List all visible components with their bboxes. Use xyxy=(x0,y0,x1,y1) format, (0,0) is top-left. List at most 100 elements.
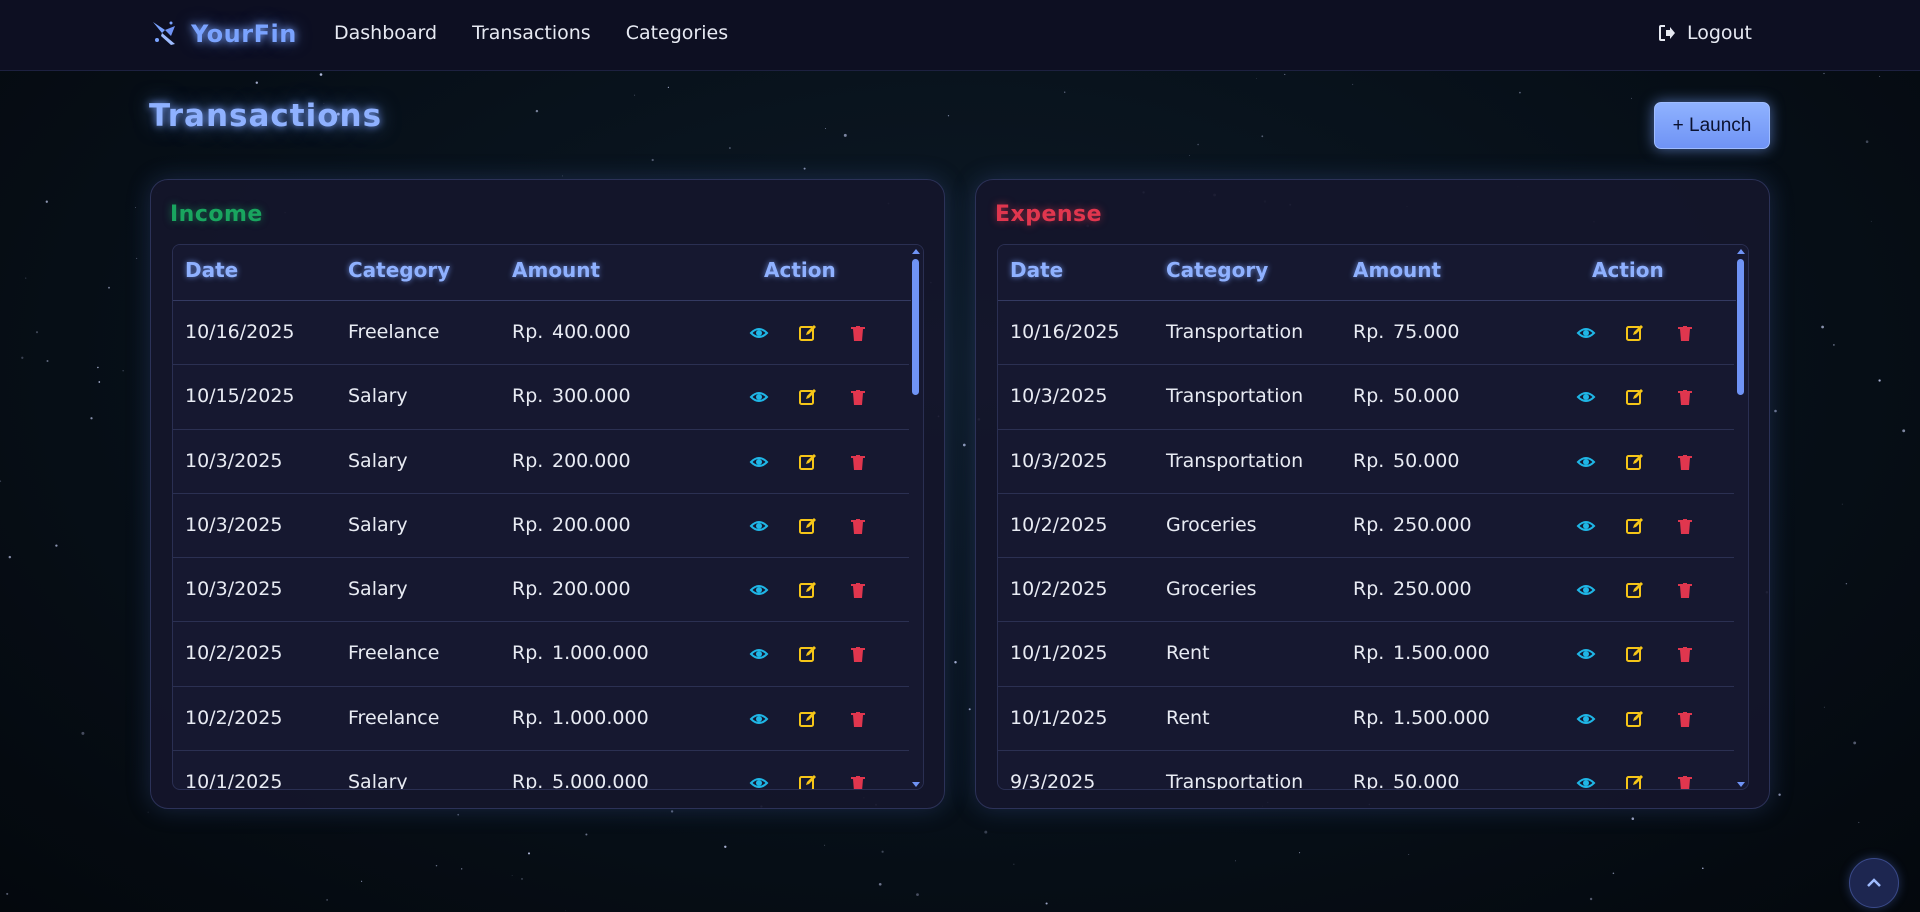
launch-button[interactable]: + Launch xyxy=(1654,102,1770,149)
view-button[interactable] xyxy=(749,323,769,343)
delete-button[interactable] xyxy=(848,580,868,600)
delete-button[interactable] xyxy=(1675,773,1695,789)
edit-button[interactable] xyxy=(1625,452,1645,472)
delete-button[interactable] xyxy=(1675,709,1695,729)
scroll-to-top-button[interactable] xyxy=(1849,858,1899,908)
view-button[interactable] xyxy=(749,644,769,664)
delete-button[interactable] xyxy=(848,644,868,664)
row-category: Freelance xyxy=(348,706,440,729)
logout-button[interactable]: Logout xyxy=(1657,22,1752,44)
delete-button[interactable] xyxy=(848,323,868,343)
row-category: Transportation xyxy=(1166,385,1304,408)
expense-scrollbar[interactable] xyxy=(1734,245,1748,789)
edit-button[interactable] xyxy=(798,644,818,664)
edit-button[interactable] xyxy=(798,516,818,536)
delete-button[interactable] xyxy=(1675,580,1695,600)
row-date: 10/3/2025 xyxy=(185,578,283,601)
nav-link-categories[interactable]: Categories xyxy=(626,22,728,44)
view-button[interactable] xyxy=(749,580,769,600)
nav-link-transactions[interactable]: Transactions xyxy=(472,22,591,44)
view-button[interactable] xyxy=(1576,773,1596,789)
edit-button[interactable] xyxy=(1625,773,1645,789)
row-amount: 200.000 xyxy=(552,578,631,601)
row-category: Groceries xyxy=(1166,513,1257,536)
eye-icon xyxy=(749,392,769,403)
table-row: 10/3/2025 Transportation Rp. 50.000 xyxy=(998,430,1736,494)
row-currency: Rp. xyxy=(512,321,544,343)
edit-icon xyxy=(1626,582,1643,599)
edit-button[interactable] xyxy=(798,387,818,407)
view-button[interactable] xyxy=(749,709,769,729)
edit-button[interactable] xyxy=(1625,323,1645,343)
delete-button[interactable] xyxy=(1675,516,1695,536)
top-navbar: YourFin Dashboard Transactions Categorie… xyxy=(0,0,1920,71)
edit-button[interactable] xyxy=(798,452,818,472)
row-date: 10/1/2025 xyxy=(1010,642,1108,665)
trash-icon xyxy=(1678,326,1692,341)
page-title: Transactions xyxy=(149,98,383,134)
income-title: Income xyxy=(170,202,263,227)
view-button[interactable] xyxy=(1576,387,1596,407)
view-button[interactable] xyxy=(749,773,769,789)
view-button[interactable] xyxy=(1576,516,1596,536)
delete-button[interactable] xyxy=(848,452,868,472)
row-amount: 50.000 xyxy=(1393,385,1460,408)
nav-link-dashboard[interactable]: Dashboard xyxy=(334,22,437,44)
eye-icon xyxy=(749,520,769,531)
eye-icon xyxy=(749,649,769,660)
table-row: 10/1/2025 Rent Rp. 1.500.000 xyxy=(998,687,1736,752)
scroll-down-icon[interactable] xyxy=(1736,779,1746,789)
delete-button[interactable] xyxy=(1675,387,1695,407)
view-button[interactable] xyxy=(749,387,769,407)
delete-button[interactable] xyxy=(1675,452,1695,472)
row-date: 10/1/2025 xyxy=(1010,706,1108,729)
view-button[interactable] xyxy=(749,516,769,536)
chevron-up-icon xyxy=(1867,878,1881,887)
eye-icon xyxy=(749,456,769,467)
view-button[interactable] xyxy=(1576,644,1596,664)
edit-icon xyxy=(799,453,816,470)
delete-button[interactable] xyxy=(1675,644,1695,664)
income-scrollbar[interactable] xyxy=(909,245,923,789)
edit-button[interactable] xyxy=(798,323,818,343)
scroll-up-icon[interactable] xyxy=(1736,247,1746,257)
view-button[interactable] xyxy=(1576,452,1596,472)
scroll-up-icon[interactable] xyxy=(911,247,921,257)
header-category: Category xyxy=(1166,258,1269,282)
table-row: 10/3/2025 Transportation Rp. 50.000 xyxy=(998,365,1736,430)
edit-button[interactable] xyxy=(1625,387,1645,407)
row-amount: 1.500.000 xyxy=(1393,642,1490,665)
edit-button[interactable] xyxy=(798,580,818,600)
header-category: Category xyxy=(348,258,451,282)
view-button[interactable] xyxy=(1576,323,1596,343)
row-currency: Rp. xyxy=(1353,385,1385,408)
rocket-icon xyxy=(153,21,175,45)
eye-icon xyxy=(1576,778,1596,789)
edit-button[interactable] xyxy=(1625,644,1645,664)
delete-button[interactable] xyxy=(1675,323,1695,343)
view-button[interactable] xyxy=(749,452,769,472)
row-currency: Rp. xyxy=(512,642,544,665)
edit-icon xyxy=(799,646,816,663)
eye-icon xyxy=(749,713,769,724)
delete-button[interactable] xyxy=(848,387,868,407)
delete-button[interactable] xyxy=(848,516,868,536)
row-category: Salary xyxy=(348,385,408,408)
header-amount: Amount xyxy=(512,258,601,282)
edit-button[interactable] xyxy=(798,773,818,789)
view-button[interactable] xyxy=(1576,709,1596,729)
edit-button[interactable] xyxy=(798,709,818,729)
edit-button[interactable] xyxy=(1625,580,1645,600)
delete-button[interactable] xyxy=(848,709,868,729)
trash-icon xyxy=(1678,776,1692,789)
view-button[interactable] xyxy=(1576,580,1596,600)
income-scroll-thumb[interactable] xyxy=(912,259,919,395)
row-date: 10/15/2025 xyxy=(185,385,295,408)
row-date: 10/1/2025 xyxy=(185,771,283,790)
edit-button[interactable] xyxy=(1625,516,1645,536)
scroll-down-icon[interactable] xyxy=(911,779,921,789)
delete-button[interactable] xyxy=(848,773,868,789)
brand-logo[interactable]: YourFin xyxy=(149,14,297,54)
edit-button[interactable] xyxy=(1625,709,1645,729)
expense-scroll-thumb[interactable] xyxy=(1737,259,1744,395)
